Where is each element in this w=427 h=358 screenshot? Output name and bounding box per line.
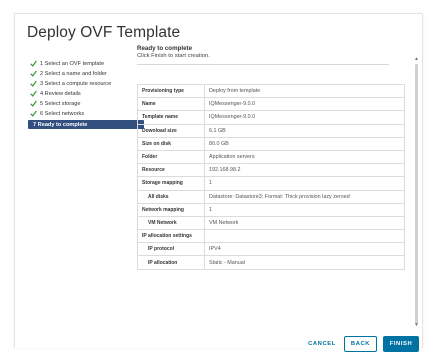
summary-table: Provisioning type Deploy from template Na… — [137, 83, 405, 270]
table-row: Download size 6.1 GB — [137, 123, 405, 138]
row-key: All disks — [137, 189, 205, 204]
row-key: Resource — [137, 163, 205, 178]
row-key: VM Network — [137, 215, 205, 231]
content-header: Ready to complete Click Finish to start … — [137, 45, 397, 65]
row-value: Static - Manual — [204, 255, 405, 270]
row-key: IP protocol — [137, 242, 205, 257]
row-key: Name — [137, 97, 205, 112]
row-value: 192.168.98.2 — [204, 163, 405, 178]
row-key: Provisioning type — [137, 83, 205, 99]
table-row: VM Network VM Network — [137, 215, 405, 231]
row-value: IPV4 — [204, 242, 405, 257]
table-row: Size on disk 80.0 GB — [137, 136, 405, 151]
table-row: Folder Application servers — [137, 149, 405, 165]
step-label: 7 Ready to complete — [33, 121, 88, 128]
step-5[interactable]: 5 Select storage — [28, 99, 146, 109]
table-row: Network mapping 1 — [137, 202, 405, 217]
table-row: Name IQMessenger-9.0.0 — [137, 97, 405, 112]
table-row: Template name IQMessenger-9.0.0 — [137, 110, 405, 125]
step-6[interactable]: 6 Select networks — [28, 109, 146, 119]
table-row: Storage mapping 1 — [137, 176, 405, 191]
scroll-down-icon[interactable]: ▼ — [413, 322, 420, 328]
row-value: 6.1 GB — [204, 123, 405, 138]
dialog-title: Deploy OVF Template — [27, 24, 181, 41]
checkmark-icon — [30, 110, 37, 117]
row-key: IP allocation — [137, 255, 205, 270]
wizard-steps: 1 Select an OVF template 2 Select a name… — [28, 59, 146, 129]
step-7-active[interactable]: 7 Ready to complete — [28, 120, 144, 129]
step-1[interactable]: 1 Select an OVF template — [28, 59, 146, 69]
content-heading: Ready to complete — [137, 45, 193, 52]
step-label: 5 Select storage — [40, 101, 81, 107]
scrollbar-thumb[interactable] — [415, 64, 418, 324]
step-label: 3 Select a compute resource — [40, 81, 112, 87]
table-row: All disks Datastore: Datastore3; Format: … — [137, 189, 405, 204]
step-label: 4 Review details — [40, 91, 81, 97]
cancel-button[interactable]: CANCEL — [304, 336, 340, 352]
row-value: 80.0 GB — [204, 136, 405, 151]
back-button[interactable]: BACK — [344, 336, 377, 352]
row-value — [204, 229, 405, 244]
header-divider — [137, 64, 389, 65]
scroll-up-icon[interactable]: ▲ — [413, 56, 420, 62]
row-value: IQMessenger-9.0.0 — [204, 97, 405, 112]
row-key: Download size — [137, 123, 205, 138]
scrollbar[interactable]: ▲ ▼ — [413, 56, 420, 328]
row-value: Deploy from template — [204, 83, 405, 99]
row-key: Storage mapping — [137, 176, 205, 191]
step-label: 2 Select a name and folder — [40, 71, 107, 77]
row-key: Folder — [137, 149, 205, 165]
table-row: Resource 192.168.98.2 — [137, 163, 405, 178]
row-key: Template name — [137, 110, 205, 125]
finish-button[interactable]: FINISH — [383, 336, 419, 352]
row-value: VM Network — [204, 215, 405, 231]
table-row: IP allocation Static - Manual — [137, 255, 405, 270]
checkmark-icon — [30, 60, 37, 67]
row-value: IQMessenger-9.0.0 — [204, 110, 405, 125]
row-value: 1 — [204, 202, 405, 217]
checkmark-icon — [30, 70, 37, 77]
row-key: IP allocation settings — [137, 229, 205, 244]
content-subheading: Click Finish to start creation. — [137, 53, 210, 59]
table-row: Provisioning type Deploy from template — [137, 83, 405, 99]
row-key: Size on disk — [137, 136, 205, 151]
step-3[interactable]: 3 Select a compute resource — [28, 79, 146, 89]
row-value: 1 — [204, 176, 405, 191]
step-label: 6 Select networks — [40, 111, 85, 117]
row-value: Application servers — [204, 149, 405, 165]
row-key: Network mapping — [137, 202, 205, 217]
checkmark-icon — [30, 90, 37, 97]
row-value: Datastore: Datastore3; Format: Thick pro… — [204, 189, 405, 204]
checkmark-icon — [30, 80, 37, 87]
table-row: IP allocation settings — [137, 229, 405, 244]
step-4[interactable]: 4 Review details — [28, 89, 146, 99]
table-row: IP protocol IPV4 — [137, 242, 405, 257]
checkmark-icon — [30, 100, 37, 107]
step-label: 1 Select an OVF template — [40, 61, 105, 67]
dialog-footer: CANCEL BACK FINISH — [15, 336, 422, 358]
step-2[interactable]: 2 Select a name and folder — [28, 69, 146, 79]
